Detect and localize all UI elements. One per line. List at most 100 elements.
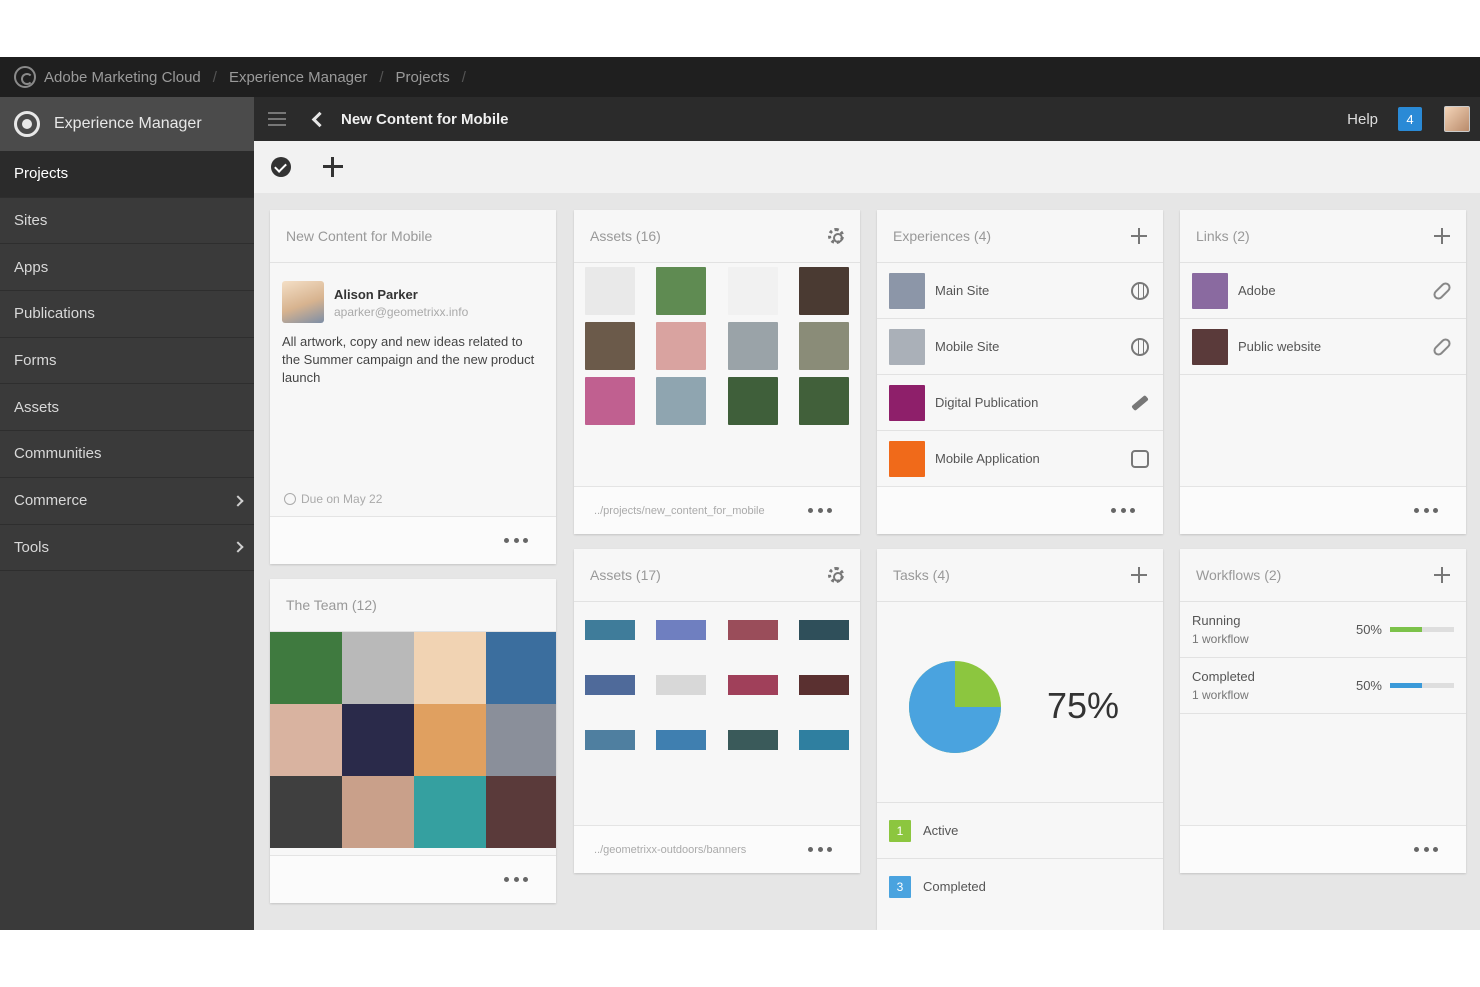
add-workflow-icon[interactable]: [1434, 567, 1450, 583]
banner-thumbnail-cell[interactable]: [789, 712, 861, 767]
banner-thumbnail-cell[interactable]: [789, 657, 861, 712]
link-row[interactable]: Adobe: [1180, 263, 1466, 319]
team-member-photo[interactable]: [414, 632, 486, 704]
sidebar-item-tools[interactable]: Tools: [0, 525, 254, 572]
team-member-photo[interactable]: [486, 704, 556, 776]
banner-thumbnail-cell[interactable]: [717, 657, 789, 712]
more-actions-icon[interactable]: [1111, 508, 1135, 513]
breadcrumb-marketing-cloud[interactable]: Adobe Marketing Cloud: [44, 69, 201, 86]
banner-thumbnail-cell[interactable]: [646, 712, 718, 767]
banner-thumbnail-cell[interactable]: [789, 602, 861, 657]
back-arrow-icon[interactable]: [311, 111, 328, 127]
globe-icon[interactable]: [1131, 337, 1149, 356]
more-actions-icon[interactable]: [1414, 508, 1438, 513]
link-chain-icon[interactable]: [1431, 279, 1453, 302]
app-icon[interactable]: [1131, 449, 1149, 468]
workflow-row[interactable]: Running 1 workflow 50%: [1180, 602, 1466, 658]
sidebar-item-sites[interactable]: Sites: [0, 198, 254, 245]
banner-thumbnail-cell[interactable]: [717, 602, 789, 657]
globe-icon[interactable]: [1131, 281, 1149, 300]
assets-card[interactable]: Assets (16) ../projects/new_content_for_…: [574, 210, 860, 534]
settings-gear-icon[interactable]: [828, 228, 844, 244]
more-actions-icon[interactable]: [504, 538, 528, 543]
asset-thumbnail-cell[interactable]: [789, 318, 861, 373]
sidebar-item-commerce[interactable]: Commerce: [0, 478, 254, 525]
project-info-card[interactable]: New Content for Mobile Alison Parker apa…: [270, 210, 556, 564]
asset-thumbnail-cell[interactable]: [717, 318, 789, 373]
add-link-icon[interactable]: [1434, 228, 1450, 244]
banner-thumbnail-cell[interactable]: [574, 602, 646, 657]
asset-thumbnail-cell[interactable]: [646, 318, 718, 373]
banner-thumbnail-cell[interactable]: [646, 657, 718, 712]
help-link[interactable]: Help: [1347, 111, 1378, 128]
team-member-photo[interactable]: [414, 776, 486, 848]
user-avatar[interactable]: [1444, 106, 1470, 132]
experience-row[interactable]: Mobile Application: [877, 431, 1163, 487]
team-member-photo[interactable]: [270, 704, 342, 776]
sidebar-item-apps[interactable]: Apps: [0, 244, 254, 292]
banner-assets-card[interactable]: Assets (17) ../geometrixx-outdoors/banne…: [574, 549, 860, 873]
team-member-photo[interactable]: [342, 632, 414, 704]
add-experience-icon[interactable]: [1131, 228, 1147, 244]
asset-thumbnail-cell[interactable]: [574, 263, 646, 318]
team-member-photo[interactable]: [270, 632, 342, 704]
asset-thumbnail-cell[interactable]: [789, 373, 861, 428]
asset-thumbnail-cell[interactable]: [646, 263, 718, 318]
settings-gear-icon[interactable]: [828, 567, 844, 583]
sidebar-brand[interactable]: Experience Manager: [0, 97, 254, 151]
asset-thumbnail-cell[interactable]: [789, 263, 861, 318]
workflow-progress-fill: [1390, 627, 1422, 632]
link-chain-icon[interactable]: [1431, 335, 1453, 358]
more-actions-icon[interactable]: [504, 877, 528, 882]
more-actions-icon[interactable]: [1414, 847, 1438, 852]
experiences-card[interactable]: Experiences (4) Main Site Mobile Site Digi…: [877, 210, 1163, 534]
tasks-card[interactable]: Tasks (4) 75% 1 Active 3 Completed: [877, 549, 1163, 930]
task-status-row[interactable]: 3 Completed: [877, 858, 1163, 914]
asset-thumbnail-cell[interactable]: [574, 318, 646, 373]
experience-row[interactable]: Mobile Site: [877, 319, 1163, 375]
banner-thumbnail-cell[interactable]: [574, 657, 646, 712]
task-status-row[interactable]: 1 Active: [877, 802, 1163, 858]
notifications-badge[interactable]: 4: [1398, 107, 1422, 131]
workflow-row[interactable]: Completed 1 workflow 50%: [1180, 658, 1466, 714]
owner-email[interactable]: aparker@geometrixx.info: [334, 305, 468, 319]
banner-thumbnail: [727, 619, 778, 640]
asset-thumbnail-cell[interactable]: [717, 263, 789, 318]
team-member-photo[interactable]: [342, 776, 414, 848]
marketing-cloud-icon[interactable]: [14, 66, 36, 88]
breadcrumb-experience-manager[interactable]: Experience Manager: [229, 69, 367, 86]
team-member-photo[interactable]: [342, 704, 414, 776]
more-actions-icon[interactable]: [808, 847, 832, 852]
breadcrumb-projects[interactable]: Projects: [396, 69, 450, 86]
link-row[interactable]: Public website: [1180, 319, 1466, 375]
add-plus-icon[interactable]: [323, 157, 343, 177]
select-check-icon[interactable]: [271, 157, 291, 177]
team-member-photo[interactable]: [486, 632, 556, 704]
banner-thumbnail-cell[interactable]: [574, 712, 646, 767]
sidebar-item-publications[interactable]: Publications: [0, 291, 254, 338]
asset-thumbnail-cell[interactable]: [646, 373, 718, 428]
sidebar-item-forms[interactable]: Forms: [0, 338, 254, 385]
experience-row[interactable]: Main Site: [877, 263, 1163, 319]
sidebar-item-projects[interactable]: Projects: [0, 151, 254, 198]
assets-path[interactable]: ../geometrixx-outdoors/banners: [594, 844, 746, 856]
links-card[interactable]: Links (2) Adobe Public website: [1180, 210, 1466, 534]
team-member-photo[interactable]: [270, 776, 342, 848]
workflow-text: Running 1 workflow: [1192, 612, 1356, 648]
asset-thumbnail-cell[interactable]: [717, 373, 789, 428]
banner-thumbnail-cell[interactable]: [646, 602, 718, 657]
team-member-photo[interactable]: [486, 776, 556, 848]
experience-row[interactable]: Digital Publication: [877, 375, 1163, 431]
banner-thumbnail-cell[interactable]: [717, 712, 789, 767]
hamburger-menu-icon[interactable]: [268, 112, 286, 126]
assets-path[interactable]: ../projects/new_content_for_mobile: [594, 505, 765, 517]
add-task-icon[interactable]: [1131, 567, 1147, 583]
workflows-card[interactable]: Workflows (2) Running 1 workflow 50% Comple…: [1180, 549, 1466, 873]
pencil-icon[interactable]: [1131, 394, 1149, 411]
asset-thumbnail-cell[interactable]: [574, 373, 646, 428]
team-card[interactable]: The Team (12): [270, 579, 556, 903]
sidebar-item-assets[interactable]: Assets: [0, 384, 254, 432]
team-member-photo[interactable]: [414, 704, 486, 776]
more-actions-icon[interactable]: [808, 508, 832, 513]
sidebar-item-communities[interactable]: Communities: [0, 431, 254, 478]
